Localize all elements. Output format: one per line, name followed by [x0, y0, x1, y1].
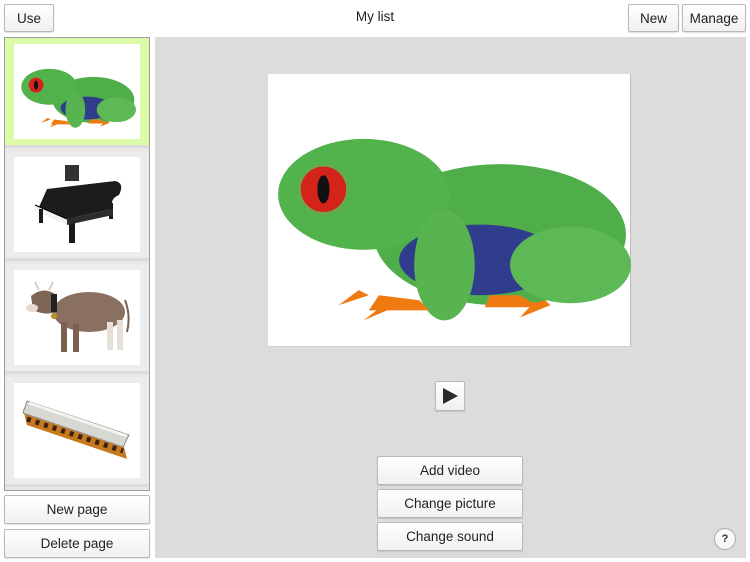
new-page-button[interactable]: New page [4, 495, 150, 524]
change-sound-button[interactable]: Change sound [377, 522, 523, 551]
cow-icon [26, 281, 130, 352]
harmonica-thumbnail [14, 383, 140, 478]
page-list[interactable] [4, 37, 150, 491]
help-button[interactable]: ? [714, 528, 736, 550]
page-thumb-frog[interactable] [5, 38, 149, 148]
page-picture[interactable] [268, 74, 633, 347]
harmonica-icon [22, 399, 130, 459]
page-thumb-harmonica[interactable] [5, 377, 149, 487]
cow-thumbnail [14, 270, 140, 365]
page-thumb-piano[interactable] [5, 151, 149, 261]
add-video-button[interactable]: Add video [377, 456, 523, 485]
play-icon [443, 388, 458, 404]
piano-thumbnail [14, 157, 140, 252]
frog-icon [21, 68, 136, 128]
use-button[interactable]: Use [4, 4, 54, 32]
top-bar: Use My list New Manage [0, 0, 750, 36]
frog-thumbnail [14, 44, 140, 139]
change-picture-button[interactable]: Change picture [377, 489, 523, 518]
frog-picture [276, 137, 633, 322]
play-sound-button[interactable] [435, 381, 465, 411]
new-button[interactable]: New [628, 4, 679, 32]
manage-button[interactable]: Manage [682, 4, 746, 32]
page-editor: Add video Change picture Change sound ? [155, 37, 746, 558]
page-title: My list [355, 9, 395, 24]
delete-page-button[interactable]: Delete page [4, 529, 150, 558]
grand-piano-icon [34, 164, 122, 243]
page-thumb-cow[interactable] [5, 264, 149, 374]
